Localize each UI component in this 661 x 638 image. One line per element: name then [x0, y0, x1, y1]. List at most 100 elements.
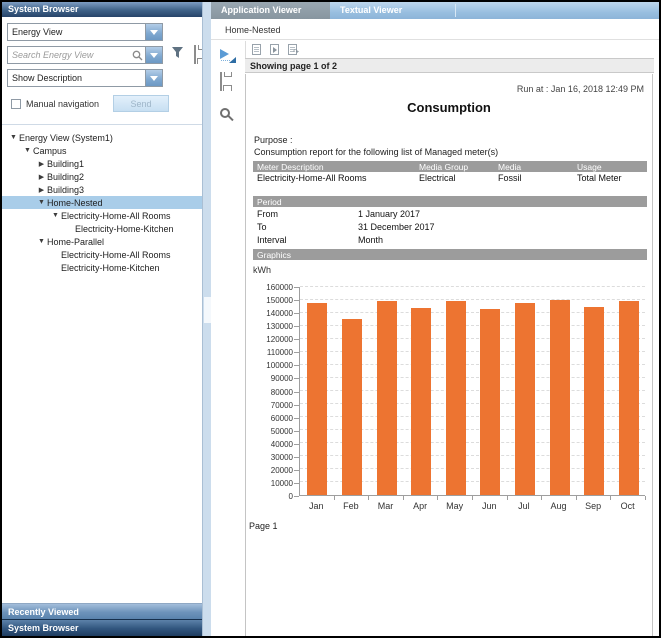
status-bar: Showing page 1 of 2: [245, 58, 654, 73]
meter-cell: Electrical: [419, 173, 456, 183]
description-selector-dropdown-button[interactable]: [145, 70, 162, 86]
manual-navigation-checkbox[interactable]: [11, 99, 21, 109]
tree-item-building2[interactable]: ▶Building2: [2, 170, 202, 183]
y-tick-label: 130000: [253, 322, 293, 331]
tree-item-electricity-home-kitchen[interactable]: Electricity-Home-Kitchen: [2, 261, 202, 274]
magnifier-icon: [220, 108, 230, 118]
tree-item-building3[interactable]: ▶Building3: [2, 183, 202, 196]
chevron-expanded-icon[interactable]: ▼: [50, 212, 61, 219]
x-tick-label: Jul: [507, 501, 542, 511]
tree-item-home-parallel[interactable]: ▼Home-Parallel: [2, 235, 202, 248]
save-filter-icon[interactable]: [194, 46, 196, 64]
save-report-icon[interactable]: [220, 73, 245, 91]
chevron-expanded-icon[interactable]: ▼: [22, 147, 33, 154]
scrollbar-thumb[interactable]: [204, 297, 211, 323]
x-tick-mark: [576, 496, 577, 500]
tree-item-label: Home-Parallel: [47, 237, 104, 247]
graphics-header-label: Graphics: [257, 250, 291, 260]
y-tick-mark: [294, 470, 299, 471]
page-icon[interactable]: [252, 44, 261, 55]
panel-title: System Browser: [2, 2, 202, 17]
run-report-icon[interactable]: [220, 49, 236, 63]
viewer-area: ↷ Showing page 1 of 2 Run at : Jan 16, 2…: [245, 41, 654, 636]
x-tick-mark: [334, 496, 335, 500]
tree-item-label: Building3: [47, 185, 84, 195]
chevron-down-icon: [150, 53, 158, 58]
vertical-scrollbar[interactable]: [202, 2, 211, 636]
y-tick-mark: [294, 326, 299, 327]
play-page-icon[interactable]: [270, 44, 279, 55]
y-tick-mark: [294, 431, 299, 432]
purpose-text: Consumption report for the following lis…: [254, 147, 498, 157]
chevron-down-icon: [150, 30, 158, 35]
bar-jan: [307, 303, 327, 495]
chevron-collapsed-icon[interactable]: ▶: [36, 173, 47, 181]
chevron-collapsed-icon[interactable]: ▶: [36, 160, 47, 168]
viewer-panel: Application Viewer Textual Viewer Home-N…: [211, 2, 659, 636]
bottom-bars: Recently Viewed System Browser: [2, 603, 202, 636]
y-tick-mark: [294, 444, 299, 445]
system-browser-bar[interactable]: System Browser: [2, 619, 202, 636]
y-tick-label: 110000: [253, 348, 293, 357]
tree-item-label: Electricity-Home-Kitchen: [61, 263, 160, 273]
x-tick-mark: [437, 496, 438, 500]
x-tick-mark: [645, 496, 646, 500]
y-tick-label: 90000: [253, 374, 293, 383]
search-dropdown-button[interactable]: [145, 47, 162, 63]
y-tick-mark: [294, 352, 299, 353]
purpose-label: Purpose :: [254, 135, 293, 145]
tree-item-energy-view-system1[interactable]: ▼Energy View (System1): [2, 131, 202, 144]
tree-item-electricity-home-kitchen[interactable]: Electricity-Home-Kitchen: [2, 222, 202, 235]
meter-cell: Fossil: [498, 173, 522, 183]
y-tick-label: 0: [253, 492, 293, 501]
chevron-expanded-icon[interactable]: ▼: [36, 238, 47, 245]
tree-item-label: Electricity-Home-All Rooms: [61, 211, 171, 221]
x-tick-mark: [472, 496, 473, 500]
recently-viewed-bar[interactable]: Recently Viewed: [2, 603, 202, 619]
window-frame: System Browser Energy View: [2, 2, 659, 636]
y-tick-label: 60000: [253, 414, 293, 423]
system-browser-panel: System Browser Energy View: [2, 2, 202, 636]
chevron-collapsed-icon[interactable]: ▶: [36, 186, 47, 194]
floppy-icon: [220, 72, 222, 91]
bar-sep: [584, 307, 604, 495]
tree-item-campus[interactable]: ▼Campus: [2, 144, 202, 157]
bar-mar: [377, 301, 397, 495]
chevron-expanded-icon[interactable]: ▼: [8, 134, 19, 141]
y-tick-label: 40000: [253, 440, 293, 449]
tree-item-home-nested[interactable]: ▼Home-Nested: [2, 196, 202, 209]
description-selector[interactable]: Show Description: [7, 69, 163, 87]
tab-application-viewer[interactable]: Application Viewer: [211, 2, 330, 19]
filter-icon[interactable]: [171, 46, 184, 64]
play-triangle: [220, 49, 229, 59]
search-input[interactable]: [8, 47, 130, 63]
page-toolbar: ↷: [245, 41, 654, 58]
y-tick-mark: [294, 313, 299, 314]
y-tick-mark: [294, 418, 299, 419]
tree-item-electricity-home-all-rooms[interactable]: ▼Electricity-Home-All Rooms: [2, 209, 202, 222]
viewer-tab-bar: Application Viewer Textual Viewer: [211, 2, 659, 19]
y-tick-mark: [294, 287, 299, 288]
export-page-icon[interactable]: ↷: [288, 44, 297, 55]
browser-controls: Energy View: [2, 17, 202, 125]
tree-item-building1[interactable]: ▶Building1: [2, 157, 202, 170]
tree-item-electricity-home-all-rooms[interactable]: Electricity-Home-All Rooms: [2, 248, 202, 261]
chevron-expanded-icon[interactable]: ▼: [36, 199, 47, 206]
y-tick-label: 50000: [253, 427, 293, 436]
tree-item-label: Building2: [47, 172, 84, 182]
y-tick-label: 160000: [253, 283, 293, 292]
tab-textual-viewer[interactable]: Textual Viewer: [330, 2, 449, 19]
view-selector[interactable]: Energy View: [7, 23, 163, 41]
y-tick-label: 150000: [253, 296, 293, 305]
y-tick-mark: [294, 496, 299, 497]
tree-item-label: Electricity-Home-All Rooms: [61, 250, 171, 260]
meter-col-header: Usage: [577, 162, 602, 172]
y-tick-mark: [294, 339, 299, 340]
report-page: Run at : Jan 16, 2018 12:49 PM Consumpti…: [245, 74, 653, 636]
floppy-icon: [194, 45, 196, 64]
manual-navigation-label: Manual navigation: [26, 99, 99, 109]
view-selector-dropdown-button[interactable]: [145, 24, 162, 40]
tree-item-label: Energy View (System1): [19, 133, 113, 143]
zoom-icon[interactable]: [220, 105, 245, 123]
send-button[interactable]: Send: [113, 95, 169, 112]
